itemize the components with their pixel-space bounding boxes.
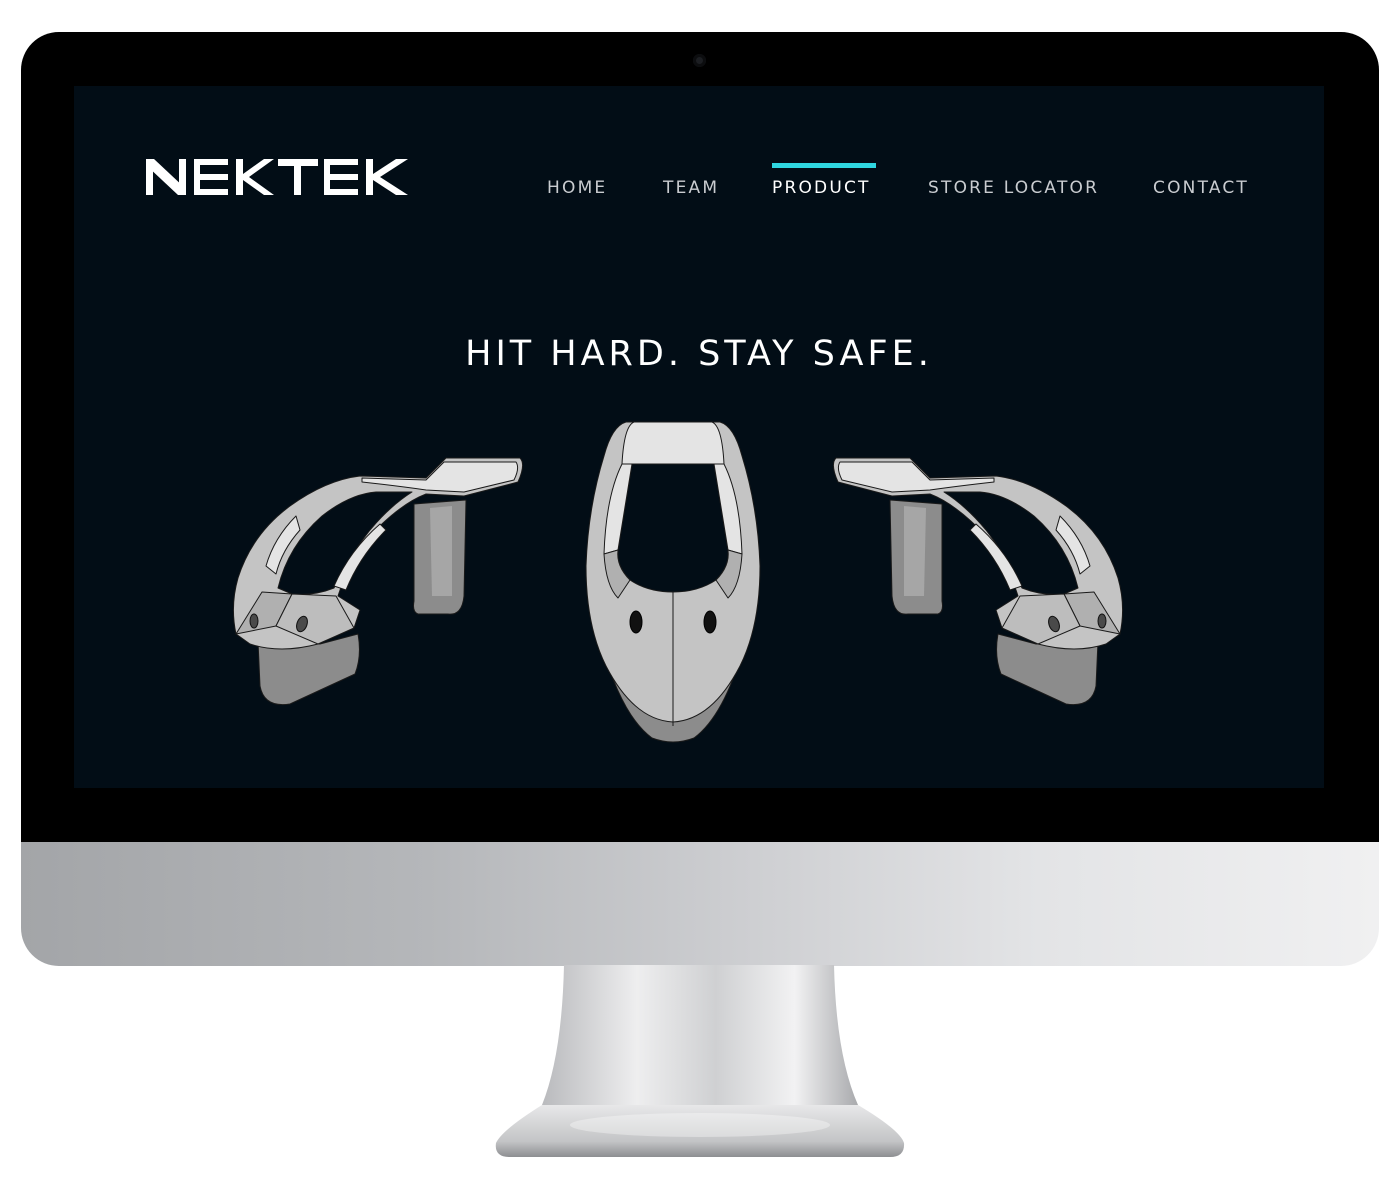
website-screen: HOME TEAM PRODUCT STORE LOCATOR CONTACT … [74,86,1324,788]
monitor-chin [21,842,1379,966]
active-nav-indicator [772,163,876,168]
neck-brace-front-view-icon [585,421,761,743]
monitor-stand [495,965,905,1157]
nav-item-store-locator[interactable]: STORE LOCATOR [928,178,1099,198]
nav-item-team[interactable]: TEAM [663,178,719,198]
nav-item-contact[interactable]: CONTACT [1153,178,1249,198]
main-nav: HOME TEAM PRODUCT STORE LOCATOR CONTACT [74,86,1324,206]
monitor-mockup: HOME TEAM PRODUCT STORE LOCATOR CONTACT … [0,0,1400,1200]
neck-brace-left-view-icon [232,457,524,706]
nav-item-product[interactable]: PRODUCT [772,178,871,198]
nav-item-home[interactable]: HOME [547,178,607,198]
hero-headline: HIT HARD. STAY SAFE. [465,334,933,374]
webcam-icon [693,54,706,67]
neck-brace-right-view-icon [832,457,1124,706]
